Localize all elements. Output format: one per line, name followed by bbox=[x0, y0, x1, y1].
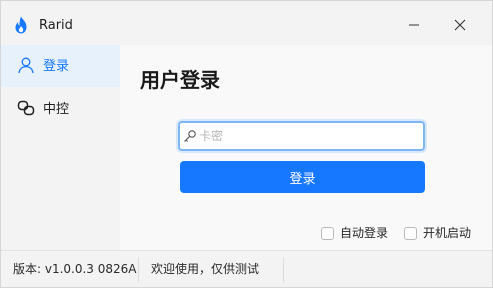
flame-icon bbox=[15, 16, 27, 34]
status-message: 欢迎使用，仅供测试 bbox=[151, 262, 260, 276]
version-text: 版本: v1.0.0.3 0826A bbox=[13, 262, 137, 276]
sidebar-item-control[interactable]: 中控 bbox=[1, 88, 120, 130]
minimize-button[interactable] bbox=[391, 9, 437, 41]
user-icon bbox=[18, 57, 34, 74]
checkbox-label: 自动登录 bbox=[340, 226, 389, 240]
close-button[interactable] bbox=[437, 9, 483, 41]
checkbox-box[interactable] bbox=[321, 226, 334, 240]
checkbox-box[interactable] bbox=[404, 226, 417, 240]
launch-on-startup-checkbox[interactable]: 开机启动 bbox=[404, 225, 471, 241]
sidebar-item-label: 中控 bbox=[43, 102, 70, 117]
close-icon bbox=[454, 19, 466, 31]
login-panel: 用户登录 登录 自动登录 开机启动 bbox=[120, 45, 492, 250]
key-icon bbox=[184, 130, 196, 142]
sidebar-item-login[interactable]: 登录 bbox=[1, 45, 120, 87]
card-key-field[interactable] bbox=[178, 121, 425, 151]
status-divider bbox=[138, 257, 139, 282]
checkbox-label: 开机启动 bbox=[423, 226, 472, 240]
page-title: 用户登录 bbox=[140, 68, 220, 92]
login-button[interactable]: 登录 bbox=[180, 161, 425, 193]
app-title: Rarid bbox=[39, 18, 73, 33]
app-window: Rarid 登录 中控 用户登录 卡密 登录 自动登录 开机启动 版本: v1.… bbox=[0, 0, 493, 288]
sidebar-item-label: 登录 bbox=[43, 59, 70, 74]
sidebar: 登录 中控 bbox=[1, 45, 120, 250]
title-bar[interactable]: Rarid bbox=[1, 1, 492, 45]
status-divider bbox=[283, 257, 284, 282]
link-icon bbox=[17, 100, 35, 116]
status-bar: 版本: v1.0.0.3 0826A 欢迎使用，仅供测试 bbox=[1, 250, 492, 287]
auto-login-checkbox[interactable]: 自动登录 bbox=[321, 225, 388, 241]
card-key-input[interactable] bbox=[199, 126, 419, 146]
minimize-icon bbox=[409, 24, 419, 26]
